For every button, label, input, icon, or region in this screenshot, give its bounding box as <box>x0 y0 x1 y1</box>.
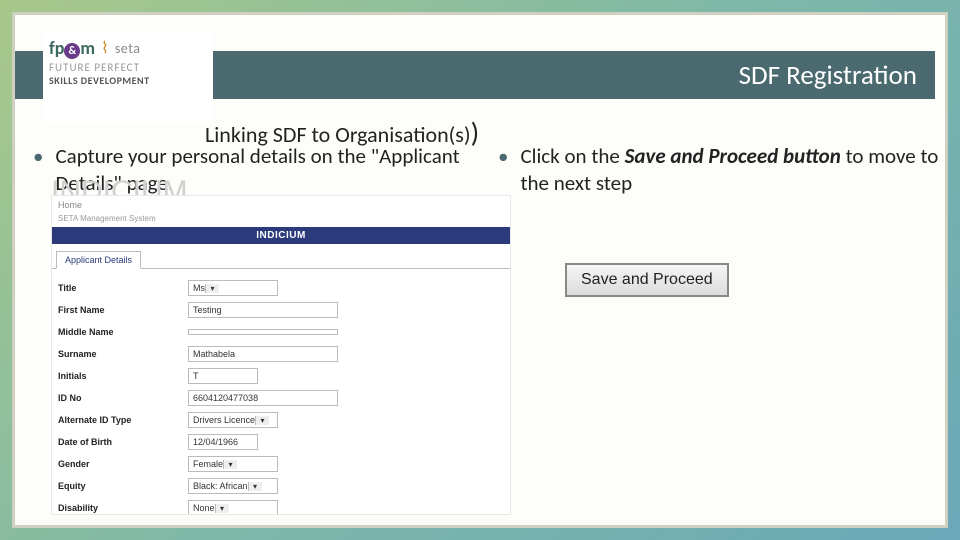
right-bullet: • Click on the Save and Proceed button t… <box>490 143 945 198</box>
row-equity: Equity Black: African▾ <box>52 475 510 497</box>
logo-subtitle-2: SKILLS DEVELOPMENT <box>49 74 207 87</box>
select-gender[interactable]: Female▾ <box>188 456 278 472</box>
input-surname[interactable]: Mathabela <box>188 346 338 362</box>
save-button-image: Save and Proceed <box>565 263 729 297</box>
input-first-name[interactable]: Testing <box>188 302 338 318</box>
right-bullet-text: Click on the Save and Proceed button to … <box>520 143 945 198</box>
select-alt-id[interactable]: Drivers Licence▾ <box>188 412 278 428</box>
select-disability[interactable]: None▾ <box>188 500 278 515</box>
form-screenshot: Home SETA Management System INDICIUM App… <box>51 195 511 515</box>
bullet-icon: • <box>498 143 508 198</box>
row-initials: Initials T <box>52 365 510 387</box>
chevron-down-icon: ▾ <box>215 504 229 513</box>
row-id-no: ID No 6604120477038 <box>52 387 510 409</box>
save-and-proceed-button[interactable]: Save and Proceed <box>565 263 729 297</box>
row-dob: Date of Birth 12/04/1966 <box>52 431 510 453</box>
row-surname: Surname Mathabela <box>52 343 510 365</box>
logo-seta: seta <box>115 40 141 57</box>
label-equity: Equity <box>58 481 188 491</box>
amp-icon: & <box>64 43 80 59</box>
input-middle-name[interactable] <box>188 329 338 335</box>
chevron-down-icon: ▾ <box>205 284 219 293</box>
label-gender: Gender <box>58 459 188 469</box>
chevron-down-icon: ▾ <box>255 416 269 425</box>
tab-strip: Applicant Details <box>52 244 510 269</box>
label-middle-name: Middle Name <box>58 327 188 337</box>
logo-fp: fp&m <box>49 37 95 59</box>
row-title: Title Ms▾ <box>52 277 510 299</box>
tab-applicant-details[interactable]: Applicant Details <box>56 251 141 269</box>
logo-block: fp&m ⌇ seta FUTURE PERFECT SKILLS DEVELO… <box>43 33 213 123</box>
input-initials[interactable]: T <box>188 368 258 384</box>
input-dob[interactable]: 12/04/1966 <box>188 434 258 450</box>
label-surname: Surname <box>58 349 188 359</box>
chevron-down-icon: ▾ <box>223 460 237 469</box>
chevron-down-icon: ▾ <box>248 482 262 491</box>
row-gender: Gender Female▾ <box>52 453 510 475</box>
label-alt-id: Alternate ID Type <box>58 415 188 425</box>
page-title: SDF Registration <box>739 59 917 92</box>
label-first-name: First Name <box>58 305 188 315</box>
select-title[interactable]: Ms▾ <box>188 280 278 296</box>
screenshot-subtitle: SETA Management System <box>52 214 510 227</box>
logo-subtitle-1: FUTURE PERFECT <box>49 61 207 74</box>
right-column: • Click on the Save and Proceed button t… <box>480 143 945 204</box>
row-disability: Disability None▾ <box>52 497 510 515</box>
screenshot-band: INDICIUM <box>52 227 510 244</box>
label-dob: Date of Birth <box>58 437 188 447</box>
row-middle-name: Middle Name <box>52 321 510 343</box>
input-id-no[interactable]: 6604120477038 <box>188 390 338 406</box>
select-equity[interactable]: Black: African▾ <box>188 478 278 494</box>
swirl-icon: ⌇ <box>101 38 109 58</box>
row-alt-id: Alternate ID Type Drivers Licence▾ <box>52 409 510 431</box>
row-first-name: First Name Testing <box>52 299 510 321</box>
label-id-no: ID No <box>58 393 188 403</box>
screenshot-home: Home <box>52 196 510 214</box>
slide: fp&m ⌇ seta FUTURE PERFECT SKILLS DEVELO… <box>12 12 948 528</box>
bullet-icon: • <box>33 143 43 198</box>
label-title: Title <box>58 283 188 293</box>
label-disability: Disability <box>58 503 188 513</box>
label-initials: Initials <box>58 371 188 381</box>
